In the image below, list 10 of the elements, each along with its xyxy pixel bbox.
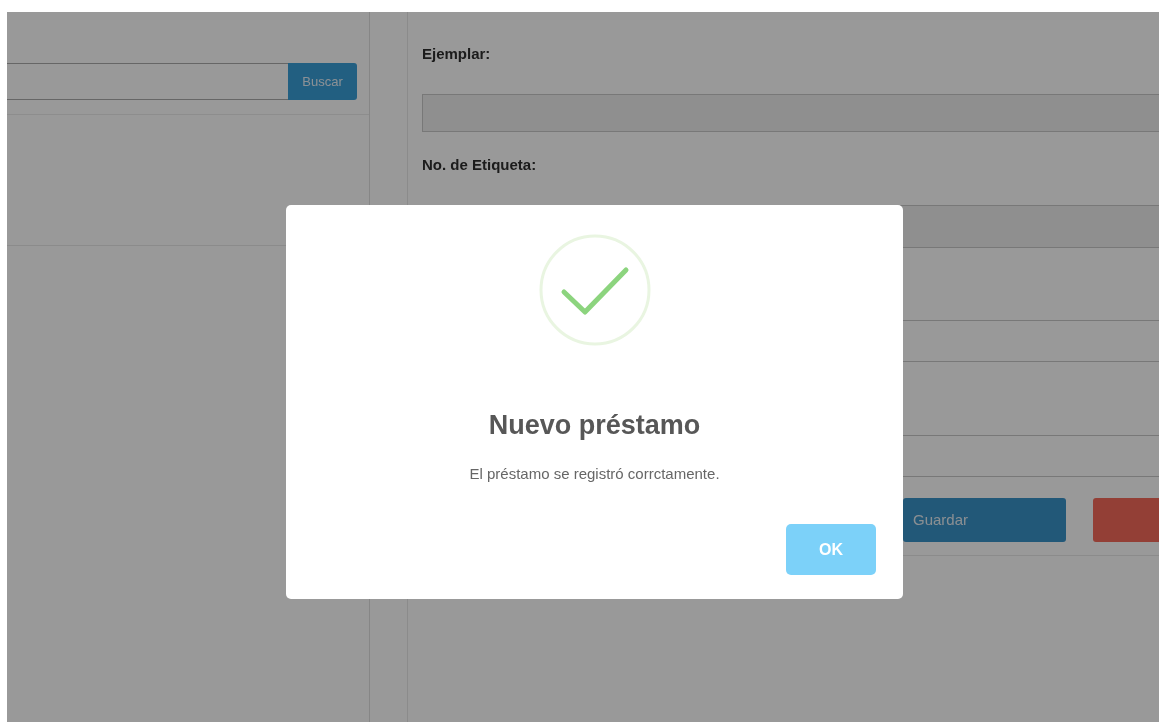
dialog-message: El préstamo se registró corrctamente. [469, 464, 720, 484]
field-label: No. de Etiqueta: [422, 155, 538, 175]
ok-button[interactable]: OK [786, 524, 876, 575]
checkmark-circle-icon [538, 234, 651, 346]
dialog-title: Nuevo préstamo [488, 409, 701, 441]
input-field[interactable] [422, 94, 1159, 132]
search-field[interactable] [7, 63, 288, 100]
field-label: Ejemplar: [422, 44, 492, 64]
save-button[interactable]: Guardar [903, 498, 1066, 542]
search-button[interactable]: Buscar [288, 63, 357, 100]
